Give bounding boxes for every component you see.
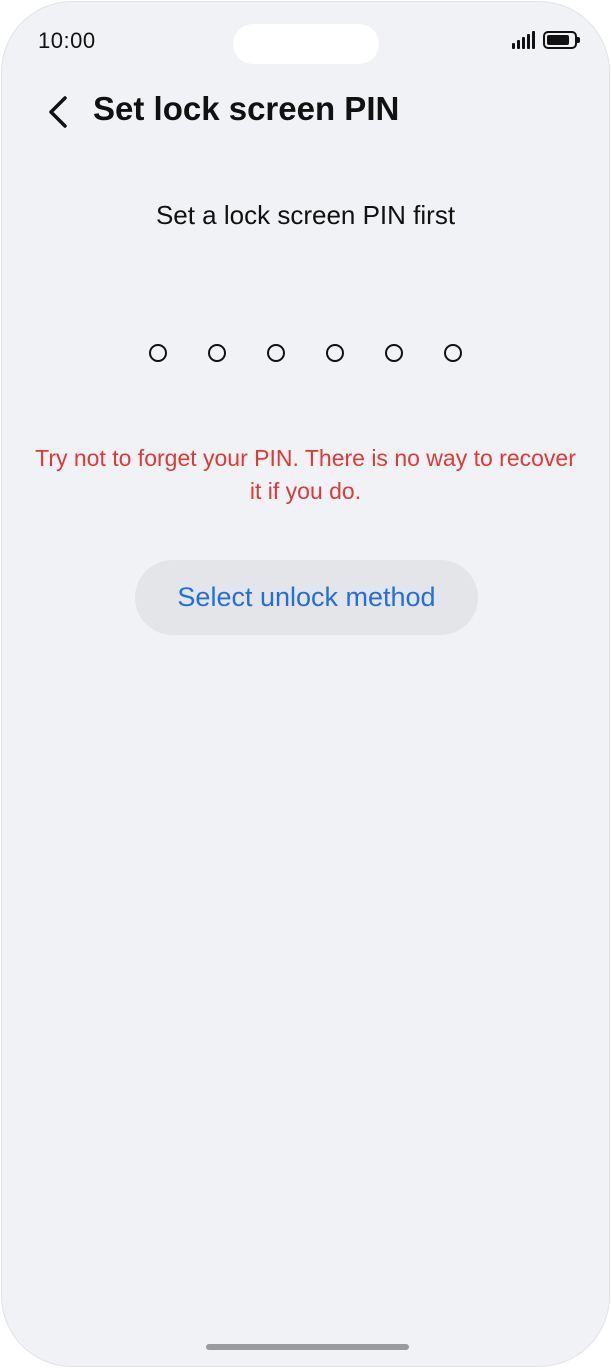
back-button[interactable]: [36, 88, 80, 136]
status-bar: 10:00: [2, 2, 609, 78]
pin-dot: [267, 344, 285, 362]
pin-prompt: Set a lock screen PIN first: [155, 200, 456, 230]
pin-dot: [208, 344, 226, 362]
home-indicator[interactable]: [206, 1344, 409, 1350]
chevron-left-icon: [49, 96, 67, 128]
pin-dot: [444, 344, 462, 362]
signal-bars-icon: [512, 31, 535, 49]
pin-dot: [385, 344, 403, 362]
select-unlock-method-button[interactable]: Select unlock method: [135, 560, 478, 635]
camera-notch: [233, 24, 379, 64]
pin-entry-indicator[interactable]: [2, 344, 609, 362]
status-icons: [512, 28, 580, 52]
header: Set lock screen PIN: [2, 82, 609, 142]
pin-warning-text: Try not to forget your PIN. There is no …: [35, 445, 576, 504]
pin-dot: [326, 344, 344, 362]
status-time: 10:00: [38, 28, 96, 53]
page-title: Set lock screen PIN: [93, 90, 400, 127]
battery-icon: [543, 31, 580, 49]
phone-screen: 10:00 Set lock screen PIN Set a lock scr…: [2, 2, 609, 1366]
pin-dot: [149, 344, 167, 362]
